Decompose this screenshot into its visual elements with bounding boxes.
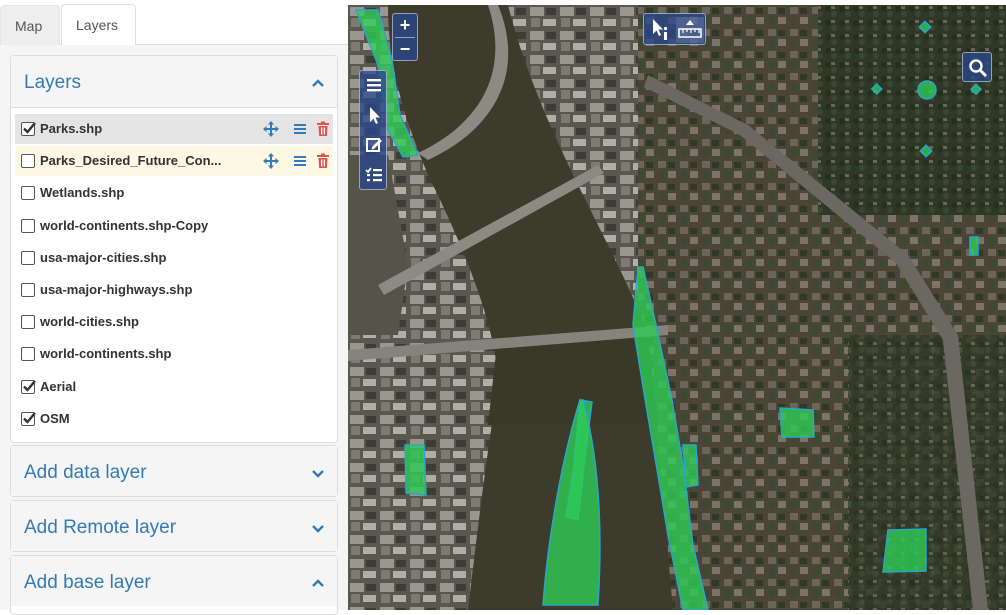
add-remote-layer-title: Add Remote layer — [24, 517, 177, 538]
layer-row[interactable]: usa-major-highways.shp — [15, 275, 333, 305]
layer-name: Aerial — [40, 378, 77, 394]
map-canvas[interactable]: + − — [348, 5, 1006, 610]
layer-row[interactable]: Parks_Desired_Future_Con... — [15, 146, 333, 177]
attribute-list-icon[interactable] — [363, 164, 385, 186]
add-base-layer-title: Add base layer — [24, 572, 151, 593]
layer-row[interactable]: Wetlands.shp — [15, 178, 333, 208]
layer-menu-icon[interactable] — [291, 152, 309, 170]
measure-icon[interactable] — [676, 17, 704, 43]
move-icon[interactable] — [262, 152, 280, 170]
map-search-button[interactable] — [962, 52, 992, 82]
layer-visibility-checkbox[interactable] — [21, 154, 35, 169]
layer-menu-icon[interactable] — [291, 120, 309, 138]
map-toolbar — [359, 70, 387, 190]
layer-name: world-cities.shp — [40, 314, 139, 330]
layer-visibility-checkbox[interactable] — [21, 122, 36, 136]
aerial-imagery — [348, 5, 1006, 610]
layer-visibility-checkbox[interactable] — [21, 283, 35, 297]
zoom-control: + − — [392, 13, 418, 61]
layer-name: world-continents.shp — [40, 346, 172, 362]
chevron-down-icon[interactable] — [311, 521, 325, 535]
layer-list-icon[interactable] — [363, 74, 385, 96]
select-icon[interactable] — [363, 104, 385, 126]
layer-name: Parks_Desired_Future_Con... — [40, 153, 222, 169]
layer-name: OSM — [40, 410, 70, 426]
search-icon — [966, 56, 990, 80]
layer-visibility-checkbox[interactable] — [21, 315, 35, 330]
zoom-out-button[interactable]: − — [393, 38, 417, 61]
layer-row[interactable]: world-cities.shp — [15, 307, 333, 337]
layer-name: world-continents.shp-Copy — [40, 217, 209, 233]
delete-icon[interactable] — [314, 152, 332, 170]
zoom-in-button[interactable]: + — [393, 14, 417, 37]
layer-visibility-checkbox[interactable] — [21, 250, 35, 265]
layer-row[interactable]: world-continents.shp-Copy — [15, 211, 333, 241]
edit-icon[interactable] — [363, 134, 385, 156]
chevron-down-icon[interactable] — [311, 466, 325, 480]
layer-name: Wetlands.shp — [40, 185, 125, 201]
add-data-layer-panel: Add data layer — [10, 445, 338, 497]
layer-name: usa-major-highways.shp — [40, 282, 193, 297]
layer-visibility-checkbox[interactable] — [21, 347, 35, 362]
top-toolbar — [643, 13, 706, 45]
layer-row[interactable]: world-continents.shp — [15, 339, 333, 369]
layers-panel-title: Layers — [24, 72, 82, 93]
delete-icon[interactable] — [314, 120, 332, 138]
layer-visibility-checkbox[interactable] — [21, 379, 36, 394]
add-remote-layer-panel: Add Remote layer — [10, 500, 338, 552]
chevron-up-icon[interactable] — [311, 576, 325, 590]
layers-panel: Layers Parks.shp Parks_Desired_Future_Con… — [10, 55, 338, 443]
layer-row[interactable]: Aerial — [15, 372, 333, 402]
layer-visibility-checkbox[interactable] — [21, 411, 36, 426]
chevron-up-icon[interactable] — [311, 76, 325, 90]
tab-bar: Map Layers — [0, 0, 348, 610]
add-base-layer-header[interactable]: Add base layer — [11, 556, 337, 606]
sidebar: Map Layers Layers Parks.shp Parks_Desired… — [0, 0, 348, 615]
identify-icon[interactable] — [647, 17, 673, 43]
layer-name: usa-major-cities.shp — [40, 249, 167, 265]
add-base-layer-panel: Add base layer — [10, 555, 338, 615]
move-icon[interactable] — [262, 120, 280, 138]
layer-visibility-checkbox[interactable] — [21, 218, 35, 233]
layer-visibility-checkbox[interactable] — [21, 186, 35, 201]
layer-row[interactable]: OSM — [15, 404, 333, 434]
add-remote-layer-header[interactable]: Add Remote layer — [11, 501, 337, 551]
add-data-layer-title: Add data layer — [24, 462, 147, 483]
layers-tab-content: Layers Parks.shp Parks_Desired_Future_Con… — [0, 45, 348, 615]
add-data-layer-header[interactable]: Add data layer — [11, 446, 337, 496]
layer-row[interactable]: usa-major-cities.shp — [15, 243, 333, 273]
tab-layers[interactable]: Layers — [61, 4, 136, 46]
layer-name: Parks.shp — [40, 121, 103, 136]
layer-row[interactable]: Parks.shp — [15, 114, 333, 144]
layers-panel-header[interactable]: Layers — [11, 56, 337, 108]
